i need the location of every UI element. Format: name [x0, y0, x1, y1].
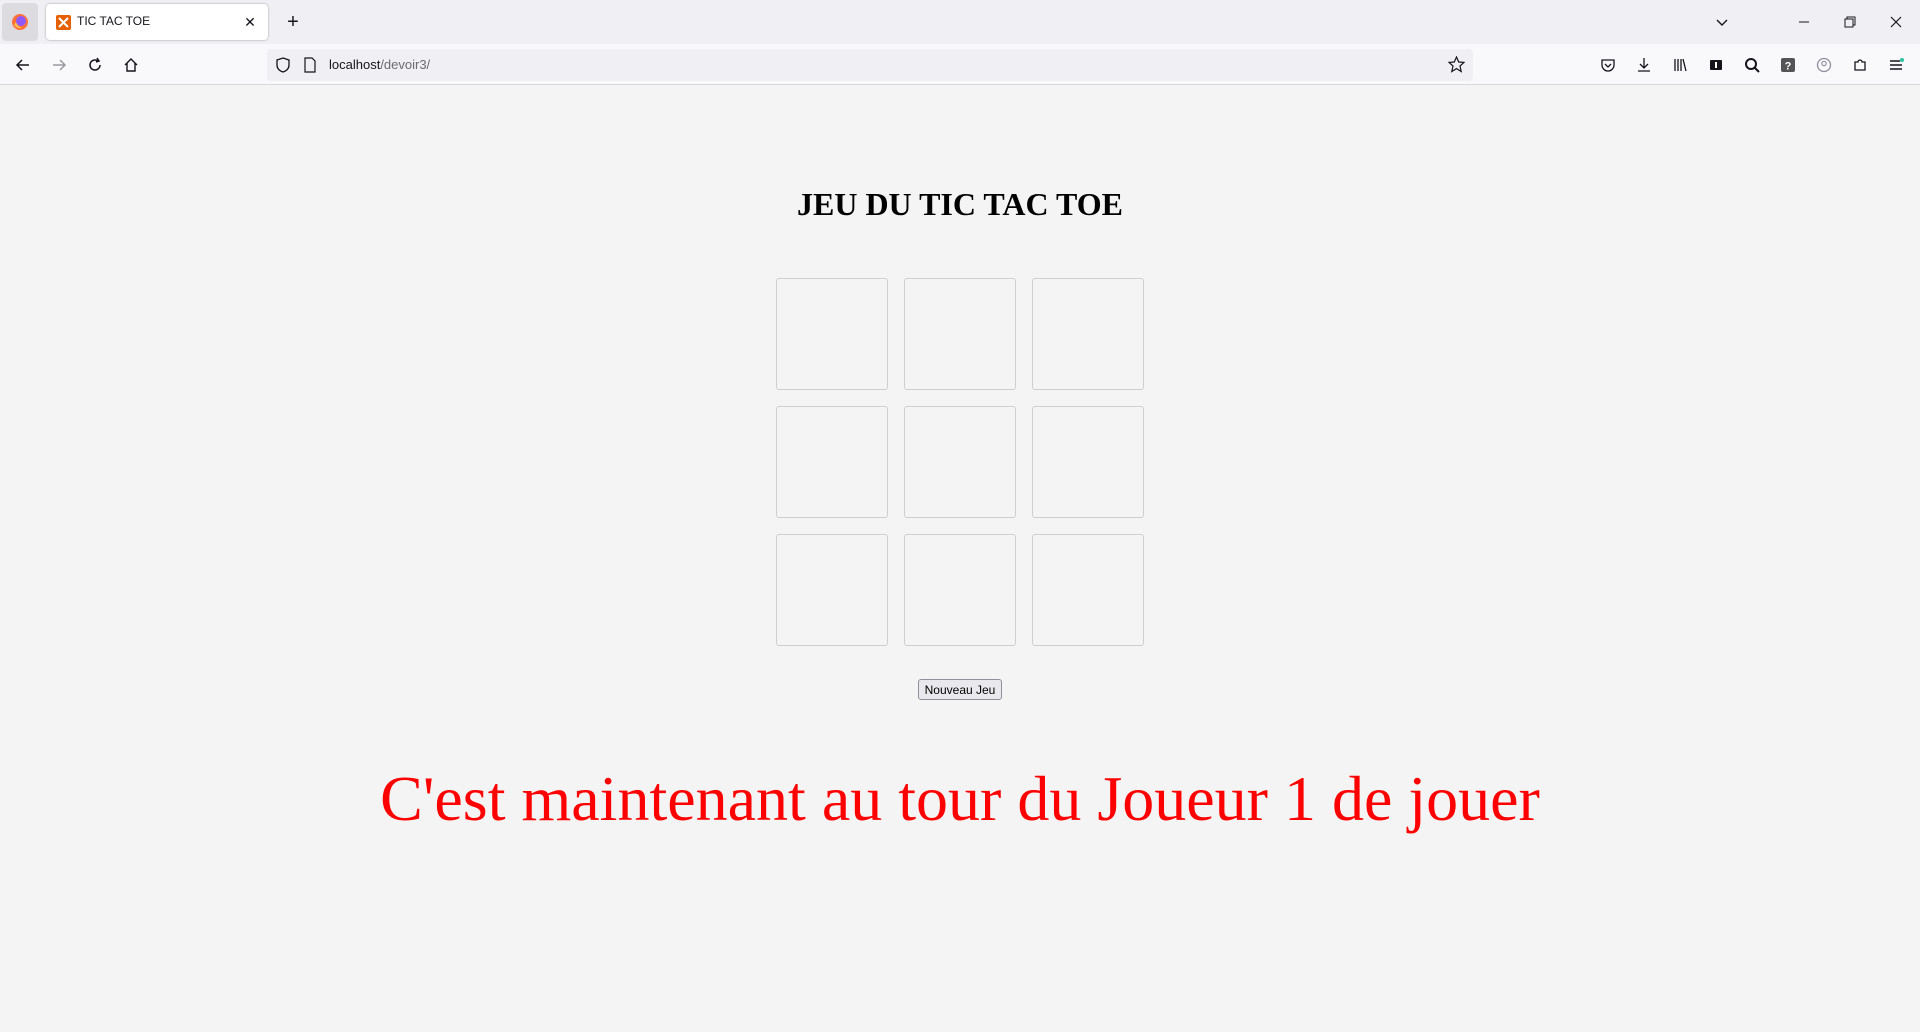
search-icon[interactable] [1737, 50, 1767, 80]
account-icon[interactable] [1809, 50, 1839, 80]
reload-icon [89, 57, 101, 71]
minimize-button[interactable] [1786, 6, 1822, 38]
board-cell-3[interactable] [1032, 278, 1144, 390]
reload-button[interactable] [80, 50, 110, 80]
page-info-icon[interactable] [303, 57, 317, 78]
board-cell-1[interactable] [776, 278, 888, 390]
home-icon [124, 58, 138, 72]
board-cell-4[interactable] [776, 406, 888, 518]
close-tab-icon[interactable]: ✕ [240, 12, 260, 32]
help-icon[interactable]: ? [1773, 50, 1803, 80]
tracking-protection-shield-icon[interactable] [275, 57, 291, 78]
forward-button[interactable] [44, 50, 74, 80]
board-cell-6[interactable] [1032, 406, 1144, 518]
board-cell-8[interactable] [904, 534, 1016, 646]
extensions-puzzle-icon[interactable] [1845, 50, 1875, 80]
board-cell-2[interactable] [904, 278, 1016, 390]
new-tab-button[interactable]: + [279, 8, 307, 36]
home-button[interactable] [116, 50, 146, 80]
page-title: JEU DU TIC TAC TOE [796, 186, 1124, 222]
url-text: localhost/devoir3/ [329, 57, 430, 72]
restore-button[interactable] [1832, 6, 1868, 38]
board-cell-5[interactable] [904, 406, 1016, 518]
menu-icon[interactable] [1881, 50, 1911, 80]
new-game-button[interactable]: Nouveau Jeu [918, 679, 1002, 700]
back-arrow-icon [15, 59, 29, 71]
svg-text:?: ? [1785, 61, 1792, 73]
game-board [776, 278, 1144, 646]
library-icon[interactable] [1665, 50, 1695, 80]
tab-title: TIC TAC TOE [77, 14, 151, 28]
url-path: /devoir3/ [380, 57, 431, 72]
download-icon[interactable] [1629, 50, 1659, 80]
xampp-icon [56, 15, 71, 30]
board-cell-9[interactable] [1032, 534, 1144, 646]
list-all-tabs-icon[interactable] [1704, 6, 1740, 38]
firefox-icon [12, 14, 28, 30]
bookmark-star-icon[interactable] [1447, 55, 1466, 78]
back-button[interactable] [8, 50, 38, 80]
pocket-icon[interactable] [1593, 50, 1623, 80]
navigation-bar: localhost/devoir3/ ? [0, 44, 1920, 85]
firefox-view-button[interactable] [2, 3, 38, 41]
turn-status-text: C'est maintenant au tour du Joueur 1 de … [380, 763, 1540, 834]
close-window-button[interactable] [1878, 6, 1914, 38]
tab-active[interactable]: TIC TAC TOE ✕ [46, 4, 268, 40]
extension-icon[interactable] [1701, 50, 1731, 80]
forward-arrow-icon [53, 59, 67, 71]
board-cell-7[interactable] [776, 534, 888, 646]
url-host: localhost [329, 57, 381, 72]
tab-strip: TIC TAC TOE ✕ + [0, 0, 1920, 44]
url-bar[interactable]: localhost/devoir3/ [267, 49, 1473, 81]
